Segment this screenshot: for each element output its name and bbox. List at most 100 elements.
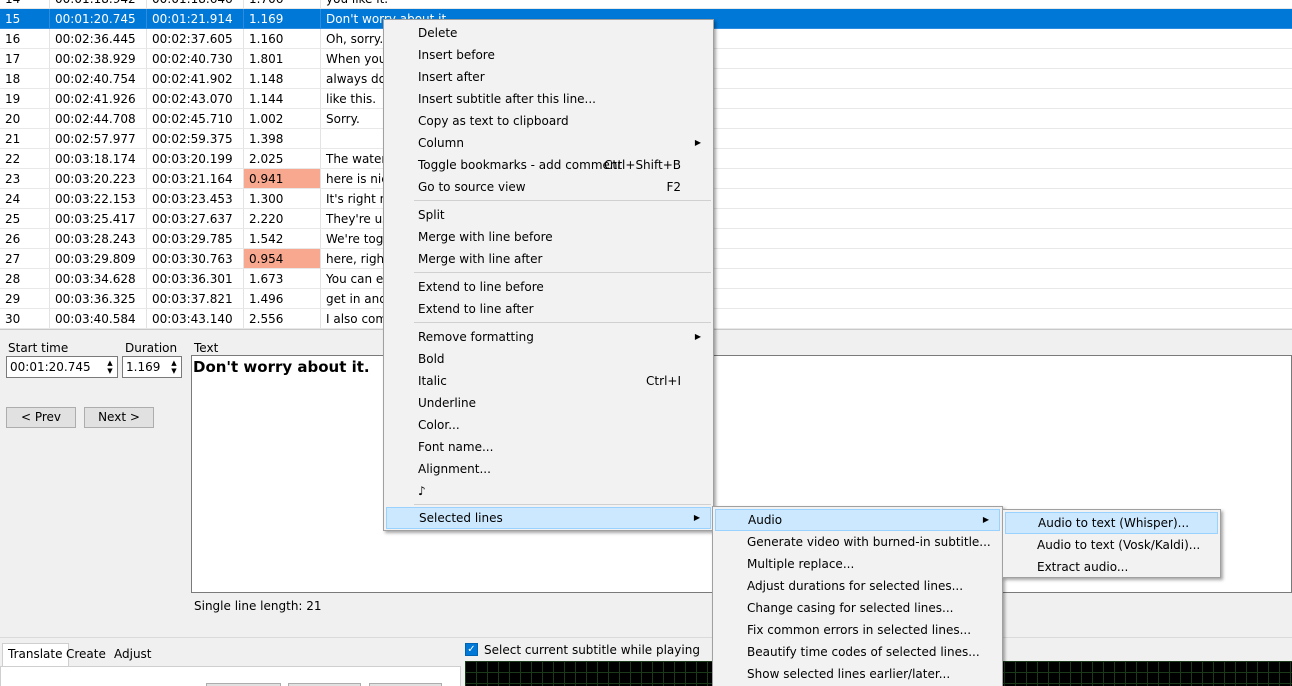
spin-arrows-icon[interactable]: ▲ ▼ — [169, 359, 179, 375]
cell-start: 00:03:29.809 — [50, 249, 147, 269]
menu-item-label: Extract audio... — [1037, 560, 1129, 574]
menu-item[interactable]: Column ▶ — [386, 132, 711, 154]
menu-item[interactable]: Underline — [386, 392, 711, 414]
duration-label: Duration — [125, 341, 178, 355]
menu-item[interactable]: Beautify time codes of selected lines... — [715, 641, 1000, 663]
menu-item-label: Copy as text to clipboard — [418, 114, 569, 128]
cell-start: 00:01:18.942 — [50, 0, 147, 9]
cell-dur: 1.300 — [244, 189, 321, 209]
menu-item[interactable]: Bold — [386, 348, 711, 370]
menu-separator — [414, 322, 711, 323]
next-button[interactable]: Next > — [84, 407, 154, 428]
cell-start: 00:02:44.708 — [50, 109, 147, 129]
cell-dur: 1.148 — [244, 69, 321, 89]
cell-num: 16 — [0, 29, 50, 49]
cell-start: 00:02:41.926 — [50, 89, 147, 109]
cell-end: 00:03:36.301 — [147, 269, 244, 289]
start-time-label: Start time — [8, 341, 69, 355]
menu-item-label: Adjust durations for selected lines... — [747, 579, 964, 593]
menu-item[interactable]: Merge with line before — [386, 226, 711, 248]
cell-num: 24 — [0, 189, 50, 209]
menu-item[interactable]: Audio to text (Vosk/Kaldi)... — [1005, 534, 1218, 556]
submenu-arrow-icon: ▶ — [694, 332, 701, 341]
spin-arrows-icon[interactable]: ▲ ▼ — [105, 359, 115, 375]
cell-start: 00:03:40.584 — [50, 309, 147, 329]
cell-start: 00:03:22.153 — [50, 189, 147, 209]
menu-item[interactable]: Show selected lines earlier/later... — [715, 663, 1000, 685]
menu-item[interactable]: Insert after — [386, 66, 711, 88]
menu-item[interactable]: ♪ — [386, 480, 711, 502]
menu-item[interactable]: Audio to text (Whisper)... — [1005, 512, 1218, 534]
cell-start: 00:02:36.445 — [50, 29, 147, 49]
menu-item[interactable]: Fix common errors in selected lines... — [715, 619, 1000, 641]
menu-item-label: Beautify time codes of selected lines... — [747, 645, 980, 659]
cell-num: 17 — [0, 49, 50, 69]
select-current-checkbox[interactable]: ✓ Select current subtitle while playing — [465, 642, 700, 658]
menu-item-label: Italic — [418, 374, 447, 388]
cell-dur: 1.398 — [244, 129, 321, 149]
cell-num: 15 — [0, 9, 50, 29]
menu-item[interactable]: Italic Ctrl+I — [386, 370, 711, 392]
menu-item[interactable]: Extend to line after — [386, 298, 711, 320]
tab-create[interactable]: Create — [61, 644, 111, 666]
menu-item[interactable]: Go to source view F2 — [386, 176, 711, 198]
cell-start: 00:02:40.754 — [50, 69, 147, 89]
menu-item[interactable]: Delete — [386, 22, 711, 44]
menu-item[interactable]: Remove formatting ▶ — [386, 326, 711, 348]
menu-item[interactable]: Merge with line after — [386, 248, 711, 270]
menu-item[interactable]: Selected lines ▶ — [386, 507, 711, 529]
menu-item-label: Multiple replace... — [747, 557, 855, 571]
cell-dur: 1.144 — [244, 89, 321, 109]
menu-item[interactable]: Color... — [386, 414, 711, 436]
menu-item[interactable]: Extract audio... — [1005, 556, 1218, 578]
menu-item[interactable]: Multiple replace... — [715, 553, 1000, 575]
menu-item-label: Generate video with burned-in subtitle..… — [747, 535, 991, 549]
cell-start: 00:03:28.243 — [50, 229, 147, 249]
cell-num: 29 — [0, 289, 50, 309]
prev-button[interactable]: < Prev — [6, 407, 76, 428]
menu-item[interactable]: Generate video with burned-in subtitle..… — [715, 531, 1000, 553]
menu-item[interactable]: Change casing for selected lines... — [715, 597, 1000, 619]
cell-num: 28 — [0, 269, 50, 289]
cell-dur: 1.496 — [244, 289, 321, 309]
cell-end: 00:03:20.199 — [147, 149, 244, 169]
cell-start: 00:03:34.628 — [50, 269, 147, 289]
menu-item[interactable]: Copy as text to clipboard — [386, 110, 711, 132]
menu-item[interactable]: Insert subtitle after this line... — [386, 88, 711, 110]
menu-item[interactable]: Font name... — [386, 436, 711, 458]
menu-item[interactable]: Split — [386, 204, 711, 226]
cell-start: 00:03:25.417 — [50, 209, 147, 229]
menu-item-label: Underline — [418, 396, 476, 410]
menu-item-label: ♪ — [418, 484, 426, 498]
menu-item[interactable]: Extend to line before — [386, 276, 711, 298]
line-length-status: Single line length: 21 — [194, 599, 322, 613]
cell-end: 00:01:18.646 — [147, 0, 244, 9]
table-row[interactable]: 1400:01:18.94200:01:18.6461.706you like … — [0, 0, 1292, 9]
menu-item[interactable]: Insert before — [386, 44, 711, 66]
submenu-arrow-icon: ▶ — [693, 513, 700, 522]
cell-end: 00:02:59.375 — [147, 129, 244, 149]
cell-end: 00:03:29.785 — [147, 229, 244, 249]
menu-item[interactable]: Toggle bookmarks - add comment Ctrl+Shift… — [386, 154, 711, 176]
submenu-arrow-icon: ▶ — [694, 138, 701, 147]
start-time-value: 00:01:20.745 — [10, 360, 91, 374]
menu-shortcut: Ctrl+Shift+B — [604, 158, 681, 172]
menu-item[interactable]: Adjust durations for selected lines... — [715, 575, 1000, 597]
tab-translate[interactable]: Translate — [2, 643, 69, 667]
menu-separator — [414, 200, 711, 201]
start-time-input[interactable]: 00:01:20.745 ▲ ▼ — [6, 356, 118, 378]
context-menu: Delete Insert before Insert after Insert su… — [383, 19, 714, 531]
cell-end: 00:03:30.763 — [147, 249, 244, 269]
menu-shortcut: Ctrl+I — [646, 374, 681, 388]
duration-value: 1.169 — [126, 360, 161, 374]
menu-item[interactable]: Alignment... — [386, 458, 711, 480]
menu-item-label: Insert before — [418, 48, 495, 62]
menu-item-label: Alignment... — [418, 462, 491, 476]
menu-shortcut: F2 — [666, 180, 681, 194]
menu-item[interactable]: Audio ▶ — [715, 509, 1000, 531]
cell-dur: 2.556 — [244, 309, 321, 329]
menu-item-label: Insert subtitle after this line... — [418, 92, 596, 106]
cell-dur: 1.673 — [244, 269, 321, 289]
duration-input[interactable]: 1.169 ▲ ▼ — [122, 356, 182, 378]
tab-adjust[interactable]: Adjust — [109, 644, 157, 666]
